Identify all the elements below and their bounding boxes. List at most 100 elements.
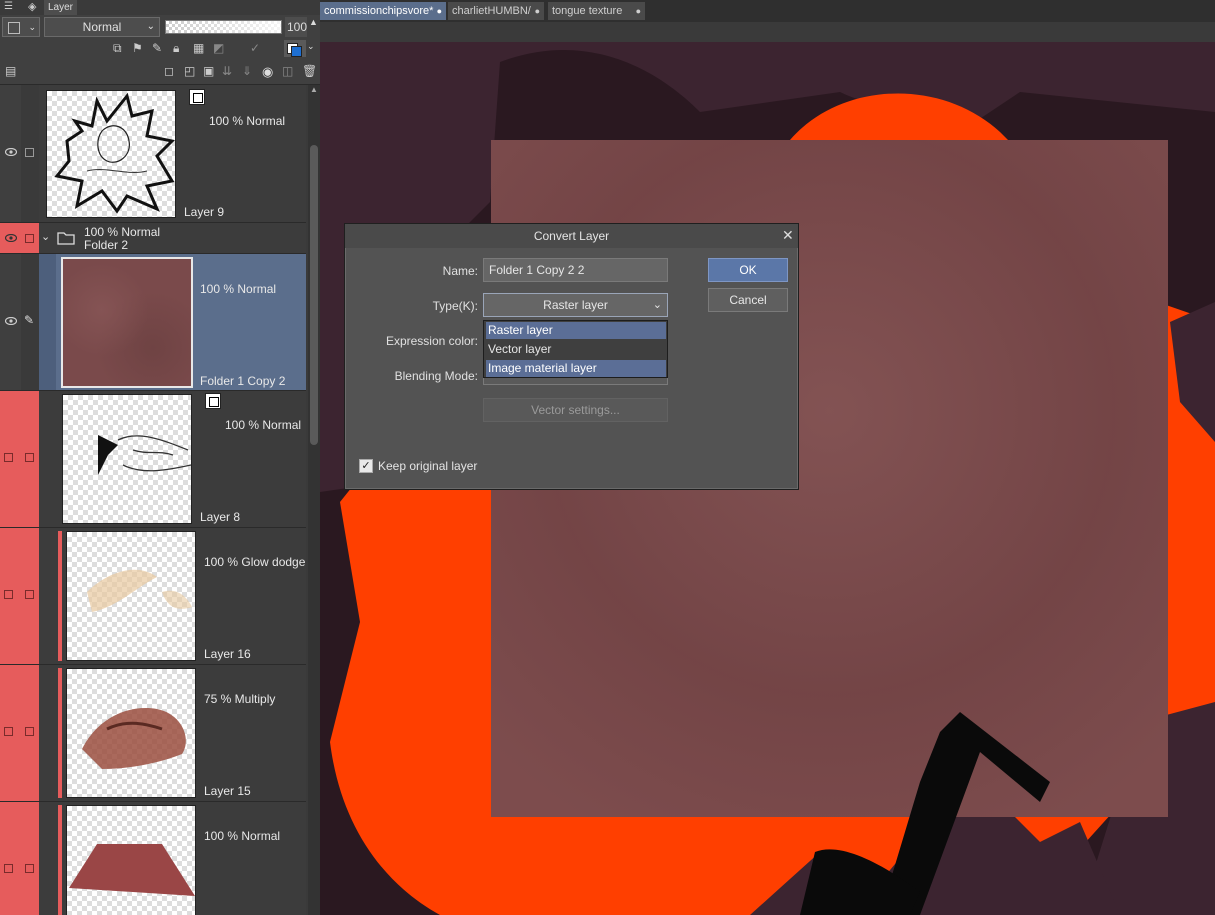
tab-label: commissionchipsvore* — [324, 5, 434, 17]
cancel-button[interactable]: Cancel — [708, 288, 788, 312]
layer-row-tongue[interactable]: 100 % Normal — [0, 802, 306, 915]
lock-icon[interactable]: 🔒︎ — [173, 41, 179, 56]
layer-row-layer-16[interactable]: 100 % Glow dodge Layer 16 — [0, 528, 306, 665]
vector-settings-button[interactable]: Vector settings... — [483, 398, 668, 422]
keep-original-label: Keep original layer — [378, 459, 478, 473]
visibility-cell[interactable] — [0, 85, 21, 222]
draft-icon[interactable]: ✎ — [152, 41, 162, 55]
ruler-icon[interactable]: ✓ — [250, 41, 260, 55]
layer-thumbnail — [46, 90, 176, 218]
transfer-down-icon[interactable]: ⇊ — [222, 64, 232, 78]
visibility-cell[interactable] — [0, 802, 21, 915]
eye-icon — [5, 317, 17, 325]
edit-cell[interactable] — [21, 665, 39, 801]
new-vector-layer-icon[interactable]: ◰ — [184, 64, 195, 78]
edit-cell[interactable] — [21, 223, 39, 253]
eye-icon — [5, 234, 17, 242]
tab-tongue-texture[interactable]: tongue texture ● — [548, 2, 645, 20]
tab-charlietHUMBN[interactable]: charlietHUMBN/ ● — [448, 2, 544, 20]
checkbox-icon — [4, 864, 13, 873]
clipping-indicator — [58, 531, 62, 661]
type-label: Type(K): — [432, 299, 478, 313]
chevron-down-icon: ⌄ — [146, 21, 155, 32]
keep-original-checkbox[interactable]: ✓ — [359, 459, 373, 473]
layer-thumbnail — [66, 531, 196, 661]
chevron-down-icon[interactable]: ⌄ — [41, 230, 50, 243]
scroll-up-icon[interactable]: ▲ — [310, 85, 318, 94]
option-vector-layer[interactable]: Vector layer — [486, 341, 666, 358]
close-icon[interactable]: ✕ — [782, 227, 794, 244]
visibility-cell[interactable] — [0, 223, 21, 253]
raster-layer-badge-icon — [189, 89, 205, 105]
layer-panel-tab[interactable]: Layer — [44, 0, 78, 15]
layer-thumbnail — [66, 805, 196, 915]
visibility-cell[interactable] — [0, 391, 21, 527]
option-raster-layer[interactable]: Raster layer — [486, 322, 666, 339]
edit-cell[interactable] — [21, 802, 39, 915]
edit-cell[interactable] — [21, 85, 39, 222]
apply-mask-icon[interactable]: ◫ — [282, 64, 293, 78]
layer-row-layer-8[interactable]: 100 % Normal Layer 8 — [0, 391, 306, 528]
edit-cell[interactable] — [21, 528, 39, 664]
chevron-down-icon[interactable]: ⌄ — [307, 41, 315, 52]
clip-icon[interactable]: ⧉ — [113, 41, 122, 56]
type-select[interactable]: Raster layer ⌄ — [483, 293, 668, 317]
layer-blend-info: 75 % Multiply — [204, 692, 276, 706]
tab-label: charlietHUMBN/ — [452, 5, 531, 17]
pencil-icon: ✎ — [24, 313, 35, 327]
color-swatch-blue — [291, 46, 302, 57]
scrollbar-thumb[interactable] — [310, 145, 318, 445]
ok-button[interactable]: OK — [708, 258, 788, 282]
checkbox-icon — [25, 864, 34, 873]
layer-list-icon[interactable]: ▤ — [5, 64, 16, 78]
stepper-up-icon[interactable]: ▲ — [309, 17, 318, 27]
option-image-material-layer[interactable]: Image material layer — [486, 360, 666, 377]
close-dot-icon[interactable]: ● — [437, 2, 442, 20]
lock-transparency-icon[interactable]: ▦ — [193, 41, 204, 55]
chevron-down-icon: ⌄ — [28, 22, 36, 32]
menu-icon[interactable]: ☰ — [4, 1, 13, 12]
expression-color-label: Expression color: — [385, 334, 478, 348]
layers-icon: ◈ — [28, 1, 37, 13]
tab-label: tongue texture — [552, 5, 623, 17]
edit-cell[interactable]: ✎ — [21, 254, 39, 390]
layer-list-scrollbar[interactable]: ▲ — [308, 85, 320, 915]
visibility-cell[interactable] — [0, 528, 21, 664]
layer-row-layer-9[interactable]: 100 % Normal Layer 9 — [0, 85, 306, 223]
edit-cell[interactable] — [21, 391, 39, 527]
opacity-slider-fill — [166, 21, 281, 33]
layer-blend-info: 100 % Normal — [209, 114, 286, 128]
folder-icon — [57, 232, 75, 245]
visibility-cell[interactable] — [0, 254, 21, 390]
layer-blend-info: 100 % Normal — [84, 225, 161, 239]
trash-icon[interactable]: 🗑︎ — [302, 64, 317, 78]
layer-color-strip — [39, 254, 56, 390]
opacity-slider[interactable] — [165, 20, 282, 34]
checkbox-icon — [25, 453, 34, 462]
blend-mode-select[interactable]: Normal ⌄ — [44, 17, 160, 37]
name-input[interactable]: Folder 1 Copy 2 2 — [483, 258, 668, 282]
layer-row-layer-15[interactable]: 75 % Multiply Layer 15 — [0, 665, 306, 802]
layer-color-button[interactable] — [284, 40, 306, 57]
close-dot-icon[interactable]: ● — [636, 2, 641, 20]
opacity-value[interactable]: 100 — [285, 17, 307, 37]
new-raster-layer-icon[interactable]: ◻ — [164, 64, 174, 78]
checkbox-icon — [25, 727, 34, 736]
layer-type-dropdown[interactable]: ⌄ — [2, 17, 40, 37]
name-label: Name: — [442, 264, 478, 278]
reference-icon[interactable]: ⚑ — [132, 41, 143, 55]
layer-row-folder-2[interactable]: ⌄ 100 % Normal Folder 2 — [0, 223, 306, 254]
type-dropdown-list: Raster layer Vector layer Image material… — [483, 320, 668, 378]
mask-icon[interactable]: ◩ — [213, 41, 224, 55]
merge-down-icon[interactable]: ⇓ — [242, 64, 252, 78]
close-dot-icon[interactable]: ● — [535, 2, 540, 20]
layer-name: Folder 1 Copy 2 — [200, 374, 286, 388]
layer-blend-info: 100 % Normal — [225, 418, 302, 432]
checkbox-icon — [25, 590, 34, 599]
create-mask-icon[interactable]: ◉ — [262, 64, 273, 80]
eye-icon — [5, 148, 17, 156]
layer-row-folder-1-copy-2[interactable]: ✎ 100 % Normal Folder 1 Copy 2 — [0, 254, 306, 391]
new-folder-icon[interactable]: ▣ — [203, 64, 214, 78]
tab-commissionchipsvore[interactable]: commissionchipsvore* ● — [320, 2, 446, 20]
visibility-cell[interactable] — [0, 665, 21, 801]
